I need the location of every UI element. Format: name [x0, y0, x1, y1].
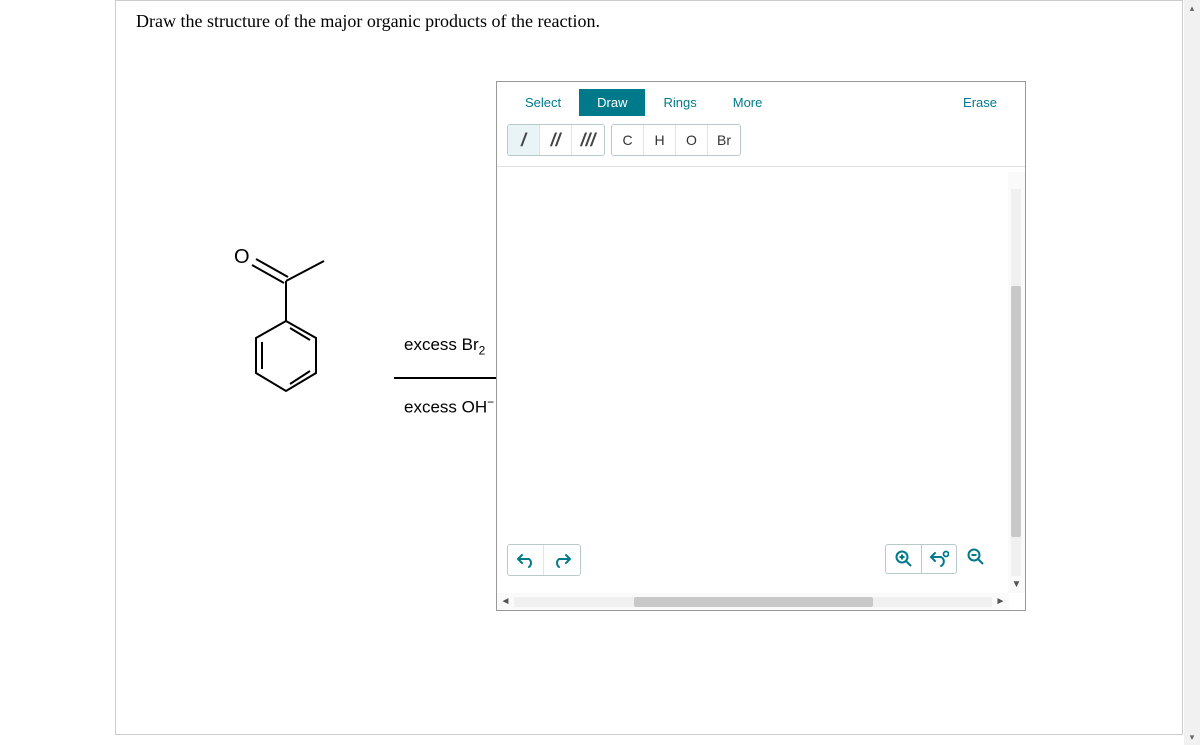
page-scroll-up-icon[interactable]: ▴: [1184, 0, 1200, 16]
tab-draw[interactable]: Draw: [579, 89, 645, 116]
reaction-scheme: O excess Br2 excess OH−: [176, 221, 516, 461]
element-h-button[interactable]: H: [644, 125, 676, 155]
vscroll-down-arrow-icon[interactable]: ▼: [1008, 576, 1025, 593]
single-bond-icon: /: [521, 130, 526, 151]
redo-button[interactable]: [544, 545, 580, 575]
question-prompt: Draw the structure of the major organic …: [136, 11, 600, 32]
undo-button[interactable]: [508, 545, 544, 575]
editor-toolbar: Select Draw Rings More Erase / // /// C …: [497, 82, 1025, 167]
reagent-2: excess OH−: [404, 395, 494, 418]
zoom-in-icon: [895, 550, 913, 568]
vscroll-track[interactable]: [1011, 189, 1021, 576]
zoom-group: [885, 544, 985, 574]
hscroll-track[interactable]: [514, 597, 992, 607]
hscroll-right-arrow-icon[interactable]: ►: [992, 593, 1009, 610]
redo-icon: [553, 552, 571, 568]
zoom-out-icon: [967, 548, 985, 566]
editor-vertical-scrollbar[interactable]: ▼: [1008, 172, 1025, 593]
vscroll-thumb[interactable]: [1011, 286, 1021, 538]
page-vertical-scrollbar[interactable]: ▴ ▾: [1184, 0, 1200, 745]
hscroll-left-arrow-icon[interactable]: ◄: [497, 593, 514, 610]
question-container: Draw the structure of the major organic …: [115, 0, 1183, 735]
reagent-1: excess Br2: [404, 335, 494, 357]
bond-tool-group: / // ///: [507, 124, 605, 156]
double-bond-icon: //: [550, 130, 560, 151]
triple-bond-button[interactable]: ///: [572, 125, 604, 155]
zoom-reset-button[interactable]: [921, 544, 957, 574]
triple-bond-icon: ///: [580, 130, 595, 151]
zoom-out-button[interactable]: [967, 548, 985, 571]
element-o-button[interactable]: O: [676, 125, 708, 155]
tabs-row: Select Draw Rings More Erase: [507, 88, 1015, 116]
tab-more[interactable]: More: [715, 89, 781, 116]
undo-redo-group: [507, 544, 581, 576]
zoom-in-button[interactable]: [885, 544, 921, 574]
reaction-reagents: excess Br2 excess OH−: [404, 335, 494, 418]
tools-row: / // /// C H O Br: [507, 124, 1015, 156]
element-br-button[interactable]: Br: [708, 125, 740, 155]
tab-rings[interactable]: Rings: [645, 89, 714, 116]
page-scroll-down-icon[interactable]: ▾: [1184, 729, 1200, 745]
svg-text:O: O: [234, 246, 250, 268]
hscroll-thumb[interactable]: [634, 597, 873, 607]
structure-editor: Select Draw Rings More Erase / // /// C …: [496, 81, 1026, 611]
tab-erase[interactable]: Erase: [945, 89, 1015, 116]
element-c-button[interactable]: C: [612, 125, 644, 155]
element-tool-group: C H O Br: [611, 124, 741, 156]
reactant-structure: O: [176, 221, 356, 461]
editor-bottom-bar: [497, 544, 1025, 594]
zoom-reset-icon: [929, 550, 949, 568]
drawing-canvas[interactable]: [497, 172, 1025, 562]
single-bond-button[interactable]: /: [508, 125, 540, 155]
double-bond-button[interactable]: //: [540, 125, 572, 155]
tab-select[interactable]: Select: [507, 89, 579, 116]
editor-horizontal-scrollbar[interactable]: ◄ ►: [497, 593, 1009, 610]
undo-icon: [517, 552, 535, 568]
